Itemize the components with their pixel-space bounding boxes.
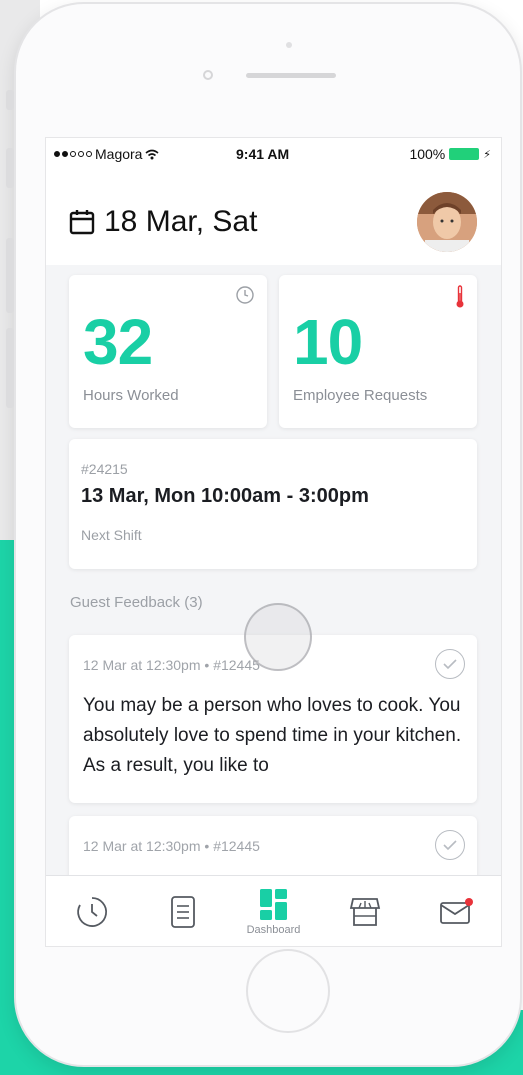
hours-worked-value: 32 — [83, 306, 153, 378]
home-button[interactable] — [246, 949, 330, 1033]
dashboard-icon — [259, 888, 287, 920]
employee-requests-card[interactable]: 10 Employee Requests — [279, 275, 477, 428]
clock-icon — [236, 286, 254, 304]
date-row[interactable]: 18 Mar, Sat — [68, 205, 257, 239]
employee-requests-label: Employee Requests — [293, 387, 428, 404]
avatar[interactable] — [417, 192, 477, 252]
calendar-icon — [69, 210, 95, 235]
guest-feedback-title: Guest Feedback (3) — [70, 594, 203, 611]
carrier-name: Magora — [95, 146, 143, 162]
app-screen: Magora 9:41 AM 100% ⚡ 18 Mar, Sat 32 Hou… — [45, 137, 502, 947]
phone-volume-up — [6, 148, 14, 188]
carrier-info: Magora — [54, 146, 159, 162]
avatar-photo — [417, 192, 477, 252]
hours-worked-label: Hours Worked — [83, 387, 179, 404]
signal-icon — [54, 151, 92, 157]
list-icon — [170, 895, 195, 928]
phone-mute-switch — [6, 90, 14, 110]
wifi-icon — [145, 149, 159, 159]
check-icon[interactable] — [435, 649, 465, 679]
tab-list[interactable] — [137, 876, 228, 946]
feedback-meta: 12 Mar at 12:30pm • #12445 — [83, 657, 260, 673]
check-icon[interactable] — [435, 830, 465, 860]
phone-side-button — [6, 328, 14, 408]
next-shift-card[interactable]: #24215 13 Mar, Mon 10:00am - 3:00pm Next… — [69, 439, 477, 569]
thermometer-icon — [456, 285, 464, 308]
clock-icon — [76, 896, 107, 927]
shift-time: 13 Mar, Mon 10:00am - 3:00pm — [81, 485, 369, 507]
status-time: 9:41 AM — [236, 146, 290, 162]
phone-volume-down — [6, 238, 14, 313]
tab-time[interactable] — [46, 876, 137, 946]
battery-icon — [449, 148, 480, 160]
battery-percent: 100% — [409, 146, 446, 162]
feedback-meta: 12 Mar at 12:30pm • #12445 — [83, 838, 260, 854]
phone-speaker — [246, 73, 336, 78]
mail-icon — [439, 897, 473, 924]
shift-id: #24215 — [81, 461, 128, 477]
page-header: 18 Mar, Sat — [46, 170, 501, 265]
tab-dashboard-label: Dashboard — [246, 923, 301, 936]
tab-store[interactable] — [319, 876, 410, 946]
status-bar: Magora 9:41 AM 100% ⚡ — [46, 138, 501, 170]
battery-info: 100% ⚡ — [409, 146, 491, 162]
shift-label: Next Shift — [81, 527, 142, 543]
phone-sensor — [286, 42, 292, 48]
feedback-text: You may be a person who loves to cook. Y… — [83, 695, 462, 776]
tab-bar: Dashboard — [46, 875, 501, 946]
tab-dashboard[interactable]: Dashboard — [228, 876, 319, 946]
notification-dot — [464, 897, 473, 906]
touch-indicator — [244, 603, 312, 671]
page-title: 18 Mar, Sat — [104, 205, 258, 238]
phone-camera — [203, 70, 213, 80]
hours-worked-card[interactable]: 32 Hours Worked — [69, 275, 267, 428]
tab-messages[interactable] — [410, 876, 501, 946]
charging-icon: ⚡ — [483, 148, 491, 161]
employee-requests-value: 10 — [293, 306, 363, 378]
store-icon — [349, 897, 380, 926]
